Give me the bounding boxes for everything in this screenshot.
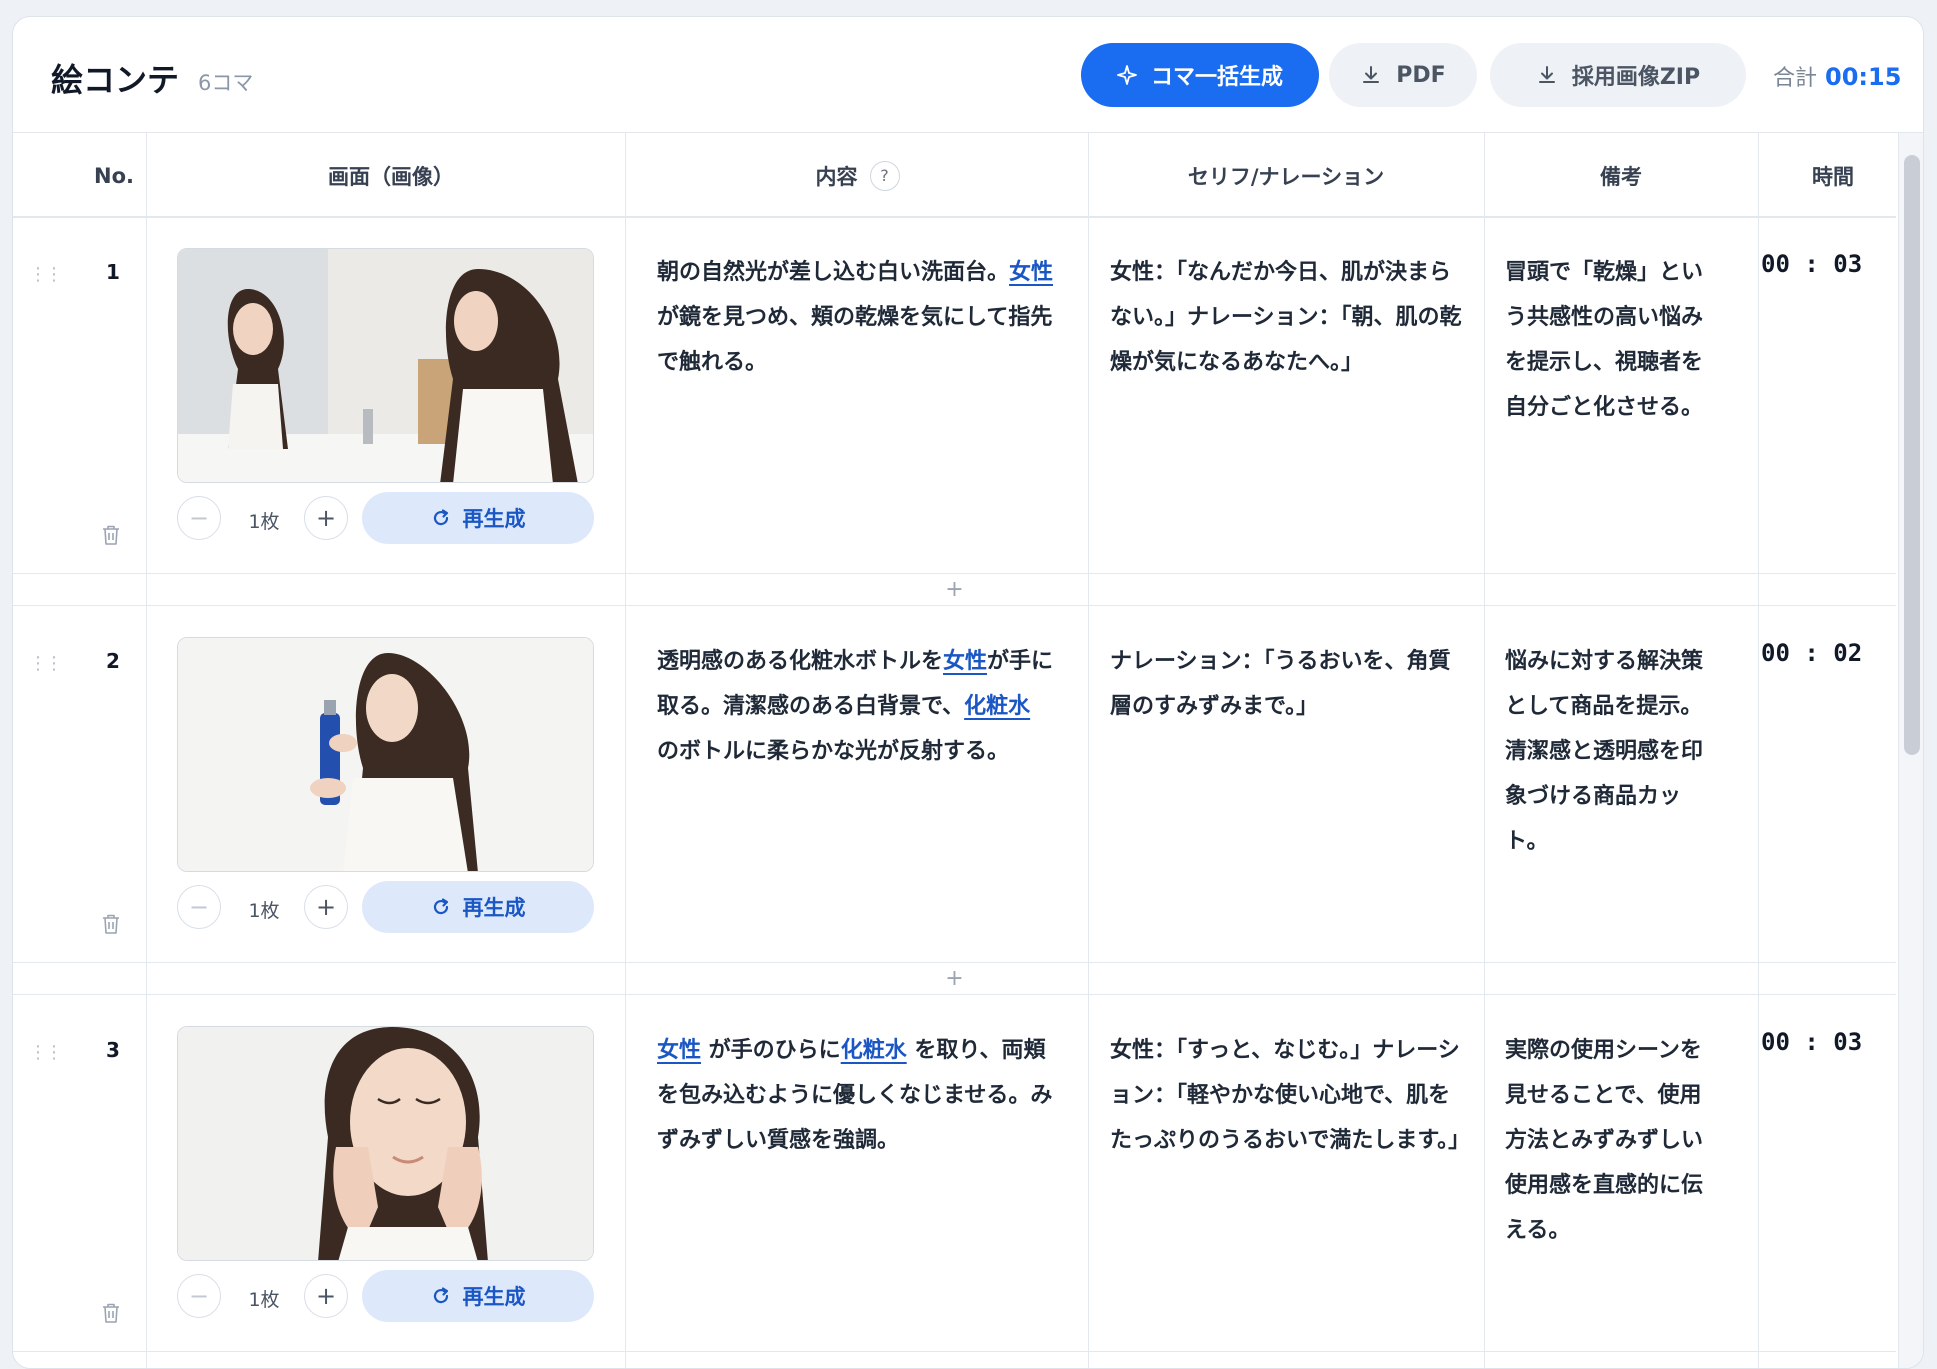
- storyboard-card: 絵コンテ 6コマ コマ一括生成 PDF 採用画像ZIP 合計 00:15 No.: [12, 16, 1924, 1369]
- generate-all-button[interactable]: コマ一括生成: [1081, 43, 1319, 107]
- content-segment: が手のひらに: [701, 1038, 841, 1063]
- row-number: 1: [106, 260, 120, 284]
- table-header: No. 画面（画像） 内容 ? セリフ/ナレーション 備考 時間: [13, 133, 1896, 218]
- regenerate-label: 再生成: [462, 507, 526, 531]
- add-row-button[interactable]: +: [13, 963, 1896, 995]
- storyboard-header: 絵コンテ 6コマ コマ一括生成 PDF 採用画像ZIP 合計 00:15: [13, 17, 1923, 133]
- image-count-controls: − 1枚 + 再生成: [177, 881, 597, 933]
- content-segment: が鏡を見つめ、頬の乾燥を気にして指先で触れる。: [657, 305, 1053, 375]
- row-number: 3: [106, 1038, 120, 1062]
- content-segment: 透明感のある化粧水ボトルを: [657, 649, 944, 674]
- keyword-link[interactable]: 女性: [1009, 260, 1053, 285]
- help-icon[interactable]: ?: [869, 160, 900, 191]
- content-text: 朝の自然光が差し込む白い洗面台。女性 が鏡を見つめ、頬の乾燥を気にして指先で触れ…: [657, 250, 1057, 385]
- content-text: 女性 が手のひらに化粧水 を取り、両頬を包み込むように優しくなじませる。みずみず…: [657, 1028, 1057, 1163]
- trash-icon[interactable]: [101, 913, 121, 935]
- content-segment: のボトルに柔らかな光が反射する。: [657, 739, 1010, 764]
- duration[interactable]: 00 : 03: [1761, 1028, 1862, 1056]
- trash-icon[interactable]: [101, 1302, 121, 1324]
- drag-handle-icon[interactable]: ⋮⋮: [29, 264, 63, 285]
- duration[interactable]: 00 : 03: [1761, 250, 1862, 278]
- decrement-button[interactable]: −: [177, 496, 221, 540]
- content-text: 透明感のある化粧水ボトルを女性が手に取る。清潔感のある白背景で、化粧水 のボトル…: [657, 639, 1057, 774]
- column-header-content: 内容 ?: [625, 133, 1090, 218]
- download-icon: [1363, 66, 1380, 83]
- pdf-label: PDF: [1396, 62, 1446, 88]
- image-count: 1枚: [248, 511, 280, 533]
- zip-label: 採用画像ZIP: [1571, 65, 1701, 90]
- page-title: 絵コンテ: [51, 61, 180, 99]
- total-label: 合計: [1773, 66, 1818, 91]
- column-header-image: 画面（画像）: [328, 164, 454, 189]
- keyword-link[interactable]: 女性: [657, 1038, 701, 1063]
- keyword-link[interactable]: 化粧水: [964, 694, 1030, 719]
- frame-image[interactable]: [177, 248, 594, 483]
- trash-icon[interactable]: [101, 524, 121, 546]
- line-text[interactable]: 女性：「すっと、なじむ。」ナレーション：「軽やかな使い心地で、肌をたっぷりのうる…: [1110, 1028, 1470, 1163]
- keyword-link[interactable]: 化粧水: [841, 1038, 907, 1063]
- content-segment: 朝の自然光が差し込む白い洗面台。: [657, 260, 1010, 285]
- regenerate-label: 再生成: [462, 1285, 526, 1309]
- content-header-label: 内容: [815, 164, 858, 189]
- column-header-line: セリフ/ナレーション: [1187, 164, 1385, 189]
- table-row: ⋮⋮ 2 − 1枚 + 再生成 透明感のある化粧水ボトルを女性が手に取る。清潔感…: [13, 607, 1896, 963]
- column-header-note: 備考: [1600, 164, 1642, 189]
- zip-download-button[interactable]: 採用画像ZIP: [1490, 43, 1746, 107]
- total-value: 00:15: [1825, 63, 1902, 91]
- note-text[interactable]: 悩みに対する解決策として商品を提示。清潔感と透明感を印象づける商品カット。: [1505, 639, 1705, 864]
- regenerate-button[interactable]: 再生成: [362, 881, 594, 933]
- decrement-button[interactable]: −: [177, 1274, 221, 1318]
- frame-count: 6コマ: [198, 71, 254, 95]
- drag-handle-icon[interactable]: ⋮⋮: [29, 1042, 63, 1063]
- keyword-link[interactable]: 女性: [943, 649, 987, 674]
- image-count-controls: − 1枚 + 再生成: [177, 492, 597, 544]
- increment-button[interactable]: +: [304, 496, 348, 540]
- total-duration: 合計 00:15: [1773, 60, 1901, 92]
- column-header-time: 時間: [1812, 164, 1854, 189]
- sparkle-icon: [1117, 65, 1137, 85]
- generate-all-label: コマ一括生成: [1150, 65, 1283, 90]
- drag-handle-icon[interactable]: ⋮⋮: [29, 653, 63, 674]
- frame-image[interactable]: [177, 1026, 594, 1261]
- row-number: 2: [106, 649, 120, 673]
- line-text[interactable]: 女性：「なんだか今日、肌が決まらない。」ナレーション：「朝、肌の乾燥が気になるあ…: [1110, 250, 1464, 385]
- download-icon: [1538, 66, 1555, 83]
- regenerate-button[interactable]: 再生成: [362, 492, 594, 544]
- table-row: ⋮⋮ 3 − 1枚 + 再生成 女性 が手のひらに化粧水 を取り、両頬を包み込む…: [13, 996, 1896, 1352]
- duration[interactable]: 00 : 02: [1761, 639, 1862, 667]
- increment-button[interactable]: +: [304, 885, 348, 929]
- regenerate-button[interactable]: 再生成: [362, 1270, 594, 1322]
- scrollbar-thumb[interactable]: [1904, 155, 1920, 755]
- refresh-icon: [433, 1287, 448, 1304]
- table-row: ⋮⋮ 1 − 1枚 + 再生成 朝の自然光が差し込む白い洗面台。女性 が鏡を見つ…: [13, 218, 1896, 574]
- image-count: 1枚: [248, 1289, 280, 1311]
- decrement-button[interactable]: −: [177, 885, 221, 929]
- regenerate-label: 再生成: [462, 896, 526, 920]
- line-text[interactable]: ナレーション：「うるおいを、角質層のすみずみまで。」: [1110, 639, 1464, 729]
- note-text[interactable]: 実際の使用シーンを見せることで、使用方法とみずみずしい使用感を直感的に伝える。: [1505, 1028, 1705, 1253]
- image-count-controls: − 1枚 + 再生成: [177, 1270, 597, 1322]
- image-count: 1枚: [248, 900, 280, 922]
- frame-image[interactable]: [177, 637, 594, 872]
- refresh-icon: [433, 509, 448, 526]
- increment-button[interactable]: +: [304, 1274, 348, 1318]
- note-text[interactable]: 冒頭で「乾燥」という共感性の高い悩みを提示し、視聴者を自分ごと化させる。: [1505, 250, 1705, 430]
- vertical-scrollbar[interactable]: [1898, 133, 1923, 1368]
- refresh-icon: [433, 898, 448, 915]
- pdf-download-button[interactable]: PDF: [1329, 43, 1477, 107]
- add-row-button[interactable]: +: [13, 574, 1896, 606]
